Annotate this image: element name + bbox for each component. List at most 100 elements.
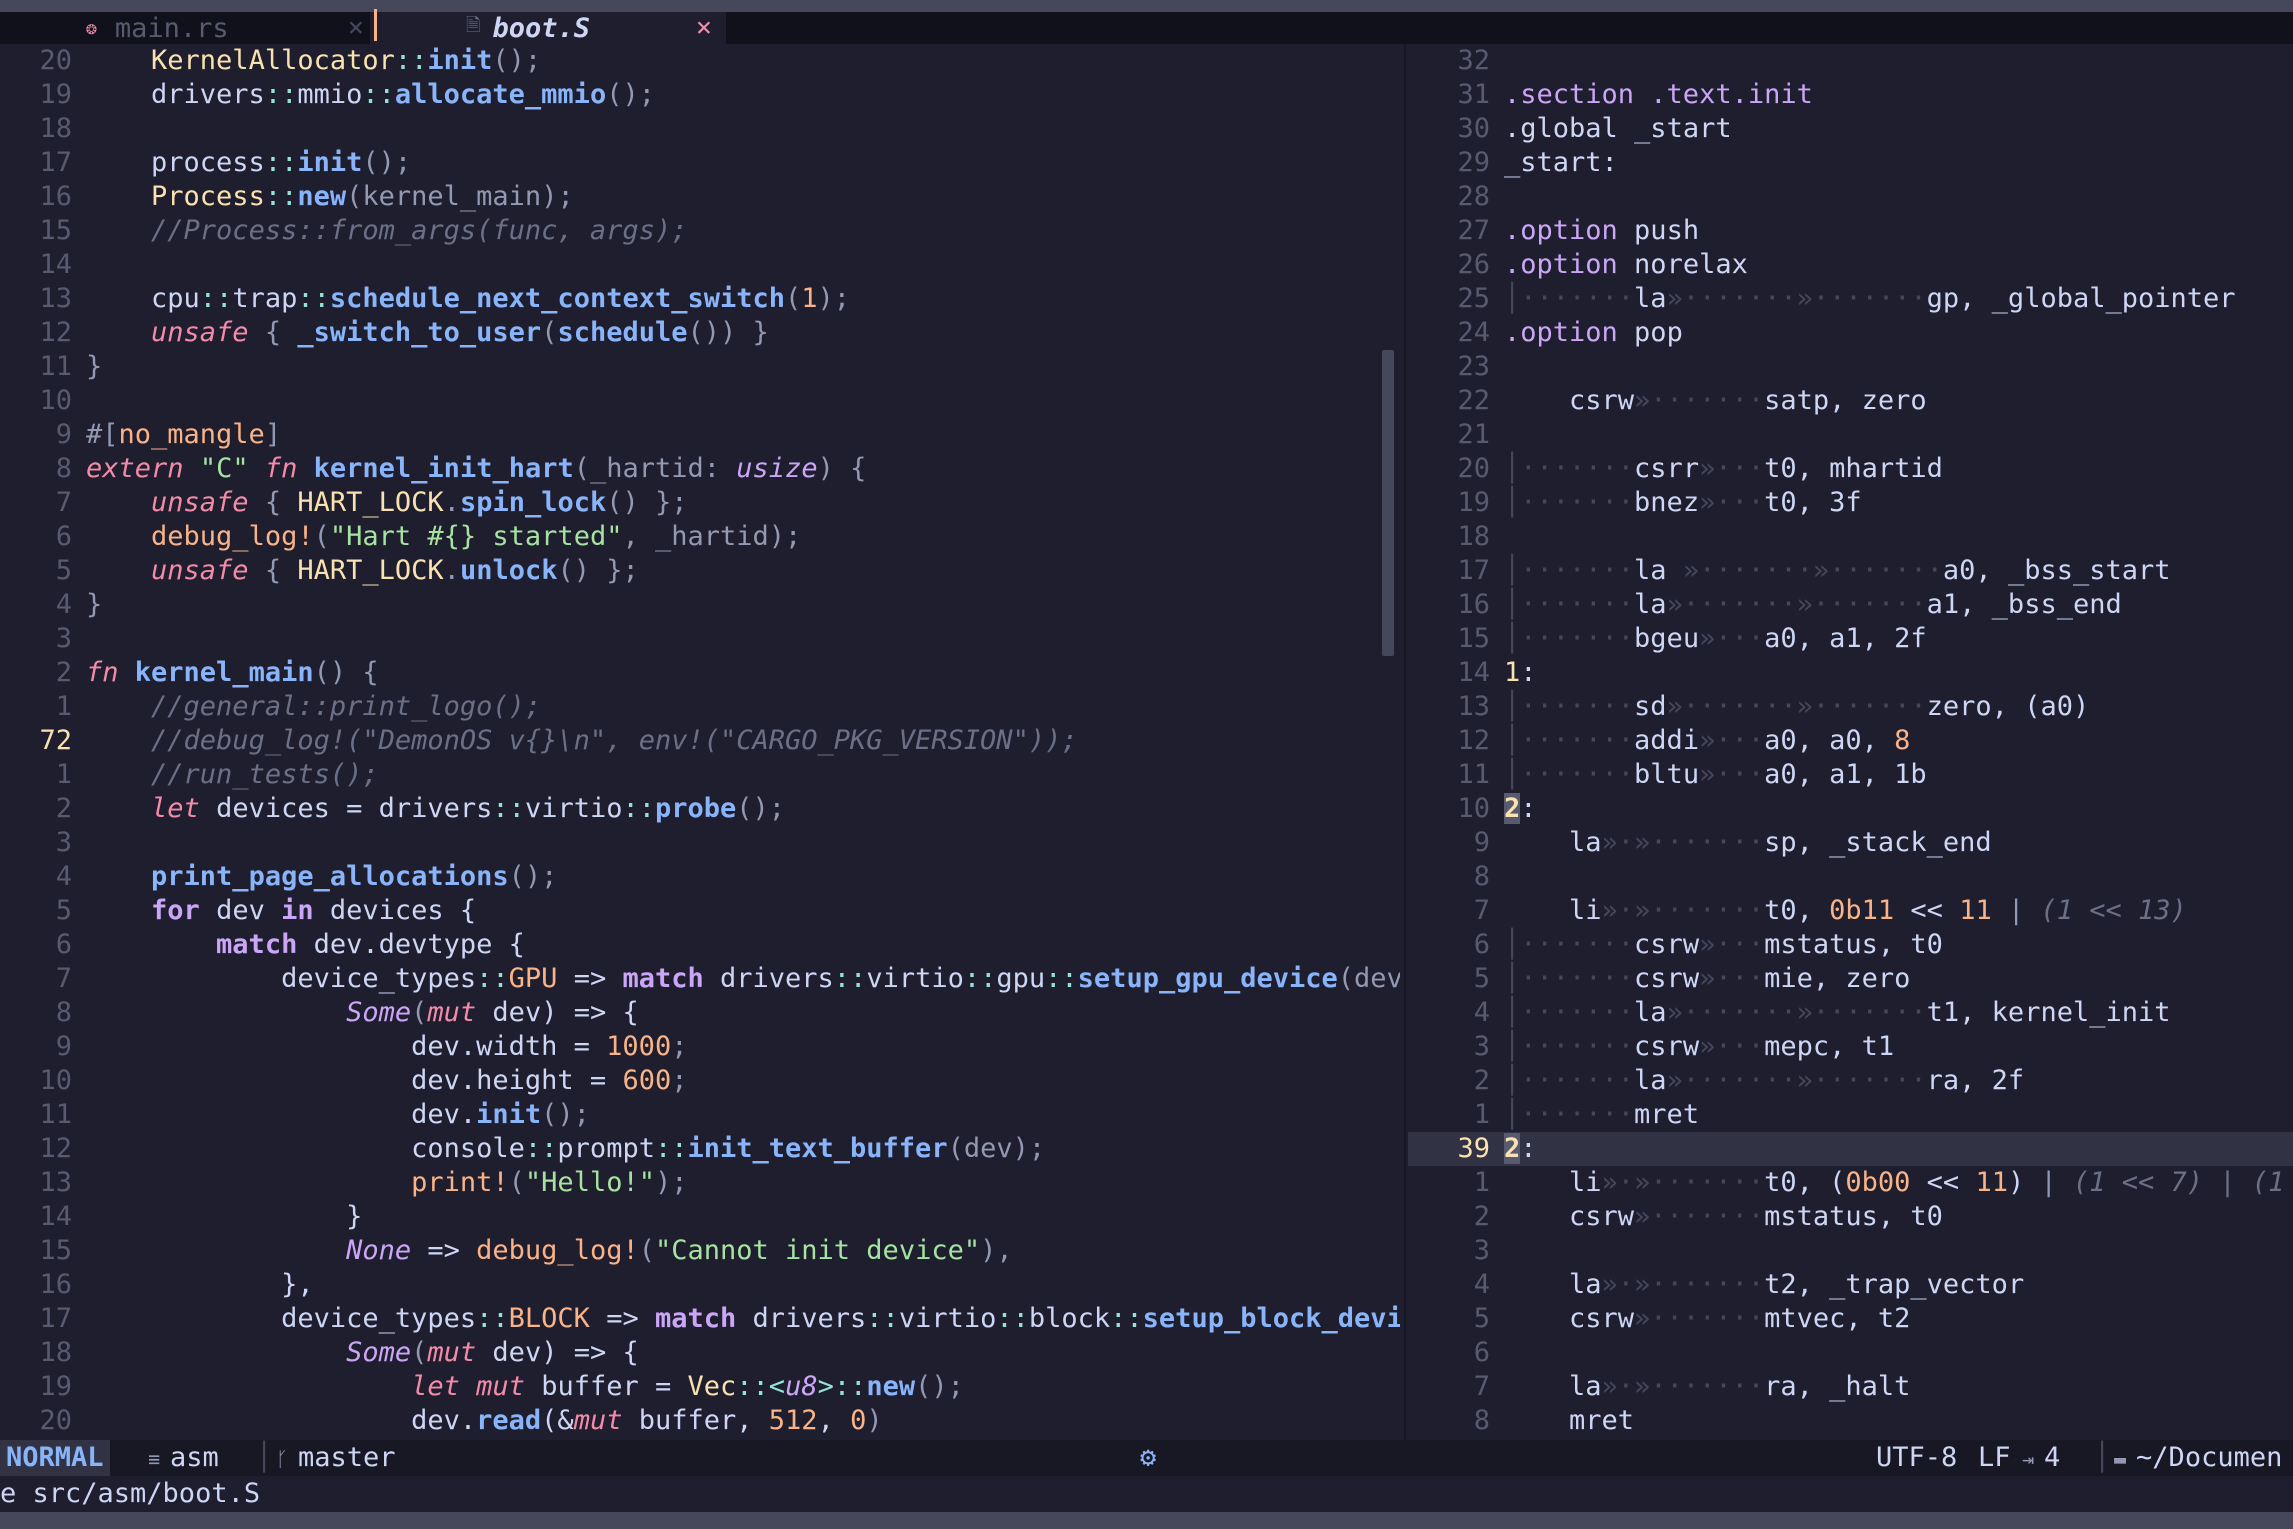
code-line[interactable]: 32 [1408, 44, 2293, 78]
code-line[interactable]: 12 unsafe { _switch_to_user(schedule()) … [0, 316, 1400, 350]
code-line[interactable]: 8 extern "C" fn kernel_init_hart(_hartid:… [0, 452, 1400, 486]
code-line[interactable]: 16 }, [0, 1268, 1400, 1302]
code-line[interactable]: 18 [0, 112, 1400, 146]
code-line[interactable]: 2 fn kernel_main() { [0, 656, 1400, 690]
code-line[interactable]: 1 //general::print_logo(); [0, 690, 1400, 724]
code-line[interactable]: 10 dev.height = 600; [0, 1064, 1400, 1098]
code-line[interactable]: 27 .option push [1408, 214, 2293, 248]
code-line[interactable]: 20 dev.read(&mut buffer, 512, 0) [0, 1404, 1400, 1438]
code-line[interactable]: 11 │·······bltu»···a0, a1, 1b [1408, 758, 2293, 792]
code-token: (); [508, 861, 558, 892]
editor-pane-main-rs[interactable]: 20 KernelAllocator::init(); 19 drivers::m… [0, 44, 1400, 1440]
code-line[interactable]: 3 [0, 622, 1400, 656]
code-line[interactable]: 4} [0, 588, 1400, 622]
code-line[interactable]: 9 dev.width = 1000; [0, 1030, 1400, 1064]
code-line[interactable]: 17 device_types::BLOCK => match drivers:… [0, 1302, 1400, 1336]
code-line[interactable]: 1 li»·»·······t0, (0b00 << 11) | (1 << 7… [1408, 1166, 2293, 1200]
line-number: 8 [55, 453, 72, 484]
code-line[interactable]: 2 csrw»·······mstatus, t0 [1408, 1200, 2293, 1234]
code-line[interactable]: 3 [1408, 1234, 2293, 1268]
code-line[interactable]: 14 [0, 248, 1400, 282]
code-line[interactable]: 3 │·······csrw»···mepc, t1 [1408, 1030, 2293, 1064]
code-line[interactable]: 3 [0, 826, 1400, 860]
editor-pane-boot-s[interactable]: 32 31 .section .text.init 30 .global _start 2… [1408, 44, 2293, 1440]
git-branch-indicator[interactable]: ᚴ master [276, 1440, 396, 1477]
code-line[interactable]: 21 [1408, 418, 2293, 452]
code-line[interactable]: 18 [1408, 520, 2293, 554]
close-icon[interactable]: × [696, 12, 712, 43]
code-line[interactable]: 25 │·······la»·······»·······gp, _global_… [1408, 282, 2293, 316]
code-line[interactable]: 6 │·······csrw»···mstatus, t0 [1408, 928, 2293, 962]
code-line[interactable]: 14 } [0, 1200, 1400, 1234]
code-line[interactable]: 30 .global _start [1408, 112, 2293, 146]
scrollbar-thumb[interactable] [1382, 350, 1394, 656]
code-token: mret [1504, 1405, 1635, 1436]
code-line[interactable]: 22 csrw»·······satp, zero [1408, 384, 2293, 418]
code-line[interactable]: 7 device_types::GPU => match drivers::vi… [0, 962, 1400, 996]
code-line[interactable]: 8 [1408, 860, 2293, 894]
code-line[interactable]: 2 let devices = drivers::virtio::probe()… [0, 792, 1400, 826]
code-line[interactable]: 28 [1408, 180, 2293, 214]
code-line[interactable]: 4 │·······la»·······»·······t1, kernel_in… [1408, 996, 2293, 1030]
code-line[interactable]: 72 //debug_log!("DemonOS v{}\n", env!("C… [0, 724, 1400, 758]
code-line[interactable]: 29 _start: [1408, 146, 2293, 180]
code-line[interactable]: 19 drivers::mmio::allocate_mmio(); [0, 78, 1400, 112]
code-line[interactable]: 5 csrw»·······mtvec, t2 [1408, 1302, 2293, 1336]
code-line[interactable]: 6 [1408, 1336, 2293, 1370]
code-line[interactable]: 7 unsafe { HART_LOCK.spin_lock() }; [0, 486, 1400, 520]
code-line[interactable]: 12 console::prompt::init_text_buffer(dev… [0, 1132, 1400, 1166]
code-token: mstatus, t0 [1764, 929, 1943, 960]
tab-boot-s[interactable]: 🗎 boot.S × [370, 12, 726, 44]
code-line[interactable]: 15 //Process::from_args(func, args); [0, 214, 1400, 248]
code-line[interactable]: 16 │·······la»·······»·······a1, _bss_end [1408, 588, 2293, 622]
code-line[interactable]: 15 │·······bgeu»···a0, a1, 2f [1408, 622, 2293, 656]
code-line[interactable]: 12 │·······addi»···a0, a0, 8 [1408, 724, 2293, 758]
code-line[interactable]: 5 unsafe { HART_LOCK.unlock() }; [0, 554, 1400, 588]
close-icon[interactable]: × [348, 12, 364, 43]
code-line[interactable]: 11} [0, 350, 1400, 384]
code-line[interactable]: 6 match dev.devtype { [0, 928, 1400, 962]
code-line[interactable]: 4 print_page_allocations(); [0, 860, 1400, 894]
code-line[interactable]: 19 let mut buffer = Vec::<u8>::new(); [0, 1370, 1400, 1404]
code-line[interactable]: 6 debug_log!("Hart #{} started", _hartid… [0, 520, 1400, 554]
code-line[interactable]: 24 .option pop [1408, 316, 2293, 350]
code-line[interactable]: 1 //run_tests(); [0, 758, 1400, 792]
code-line[interactable]: 7 la»·»·······ra, _halt [1408, 1370, 2293, 1404]
code-line[interactable]: 17 process::init(); [0, 146, 1400, 180]
code-line[interactable]: 7 li»·»·······t0, 0b11 << 11 | (1 << 13) [1408, 894, 2293, 928]
code-line[interactable]: 13 print!("Hello!"); [0, 1166, 1400, 1200]
code-line[interactable]: 20 KernelAllocator::init(); [0, 44, 1400, 78]
code-line[interactable]: 8 mret [1408, 1404, 2293, 1438]
code-line[interactable]: 10 [0, 384, 1400, 418]
code-line[interactable]: 13 │·······sd»·······»·······zero, (a0) [1408, 690, 2293, 724]
code-line[interactable]: 5 for dev in devices { [0, 894, 1400, 928]
code-line[interactable]: 1 │·······mret [1408, 1098, 2293, 1132]
code-line[interactable]: 8 Some(mut dev) => { [0, 996, 1400, 1030]
tab-main-rs[interactable]: ❂ main.rs × [80, 12, 364, 44]
code-line[interactable]: 20 │·······csrr»···t0, mhartid [1408, 452, 2293, 486]
code-line[interactable]: 26 .option norelax [1408, 248, 2293, 282]
code-line[interactable]: 9 la»·»·······sp, _stack_end [1408, 826, 2293, 860]
code-line[interactable]: 18 Some(mut dev) => { [0, 1336, 1400, 1370]
code-line[interactable]: 31 .section .text.init [1408, 78, 2293, 112]
code-line[interactable]: 14 1: [1408, 656, 2293, 690]
split-divider[interactable] [1404, 44, 1406, 1440]
code-line[interactable]: 5 │·······csrw»···mie, zero [1408, 962, 2293, 996]
code-line[interactable]: 17 │·······la »·······»·······a0, _bss_st… [1408, 554, 2293, 588]
command-line[interactable]: e src/asm/boot.S [0, 1476, 2293, 1512]
code-line[interactable]: 19 │·······bnez»···t0, 3f [1408, 486, 2293, 520]
code-line[interactable]: 23 [1408, 350, 2293, 384]
code-line[interactable]: 9 #[no_mangle] [0, 418, 1400, 452]
code-line[interactable]: 11 dev.init(); [0, 1098, 1400, 1132]
code-line[interactable]: 15 None => debug_log!("Cannot init devic… [0, 1234, 1400, 1268]
code-line[interactable]: 4 la»·»·······t2, _trap_vector [1408, 1268, 2293, 1302]
line-number: 39 [1457, 1133, 1490, 1164]
code-token: la [1634, 589, 1667, 620]
code-line[interactable]: 39 2: [1408, 1132, 2293, 1166]
code-line[interactable]: 13 cpu::trap::schedule_next_context_swit… [0, 282, 1400, 316]
code-line[interactable]: 10 2: [1408, 792, 2293, 826]
code-line[interactable]: 16 Process::new(kernel_main); [0, 180, 1400, 214]
code-line[interactable]: 2 │·······la»·······»·······ra, 2f [1408, 1064, 2293, 1098]
line-number: 7 [55, 963, 72, 994]
